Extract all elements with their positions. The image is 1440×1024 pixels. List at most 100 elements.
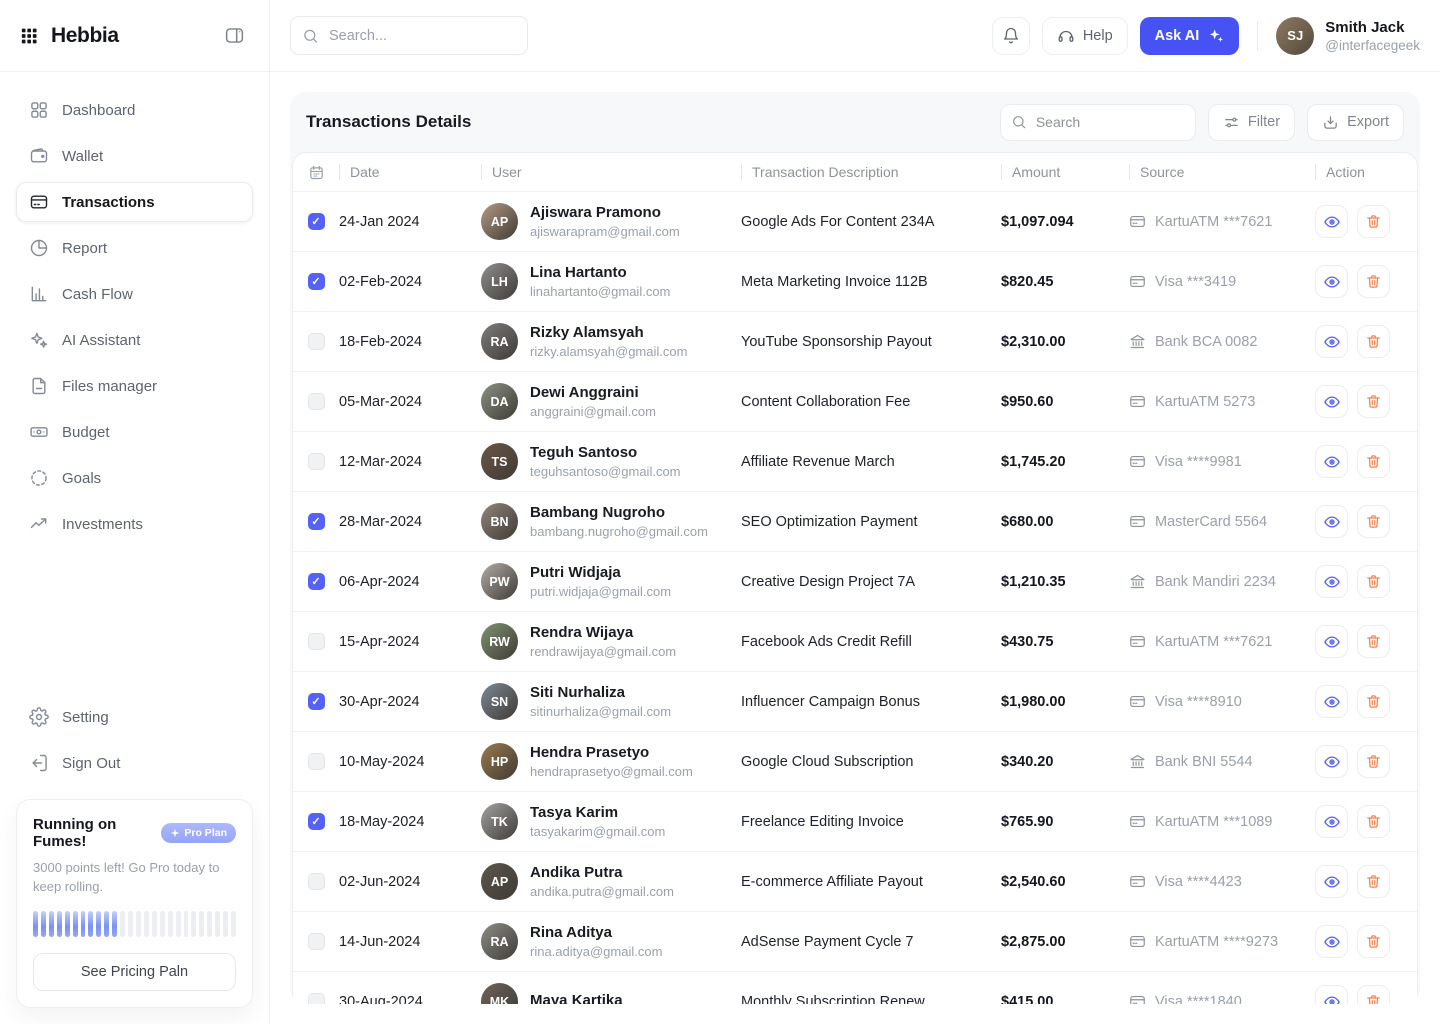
row-checkbox[interactable]: ✓ xyxy=(308,513,325,530)
view-button[interactable] xyxy=(1315,625,1348,658)
source-label: KartuATM ***1089 xyxy=(1155,814,1272,830)
user-profile[interactable]: SJ Smith Jack @interfacegeek xyxy=(1276,17,1420,55)
table-row: ✓ 18-May-2024 TK Tasya Karim tasyakarim@… xyxy=(293,791,1417,851)
transaction-date: 30-Aug-2024 xyxy=(339,994,481,1005)
delete-button[interactable] xyxy=(1357,865,1390,898)
sidebar-item-cash-flow[interactable]: Cash Flow xyxy=(16,274,253,314)
column-header-source[interactable]: Source xyxy=(1129,153,1315,191)
table-row: 15-Apr-2024 RW Rendra Wijaya rendrawijay… xyxy=(293,611,1417,671)
view-button[interactable] xyxy=(1315,805,1348,838)
delete-button[interactable] xyxy=(1357,745,1390,778)
view-button[interactable] xyxy=(1315,205,1348,238)
panel-title: Transactions Details xyxy=(306,112,471,132)
source-label: Visa ****8910 xyxy=(1155,694,1242,710)
user-name: Bambang Nugroho xyxy=(530,504,708,521)
transaction-date: 12-Mar-2024 xyxy=(339,454,481,470)
row-checkbox[interactable]: ✓ xyxy=(308,273,325,290)
delete-button[interactable] xyxy=(1357,805,1390,838)
view-button[interactable] xyxy=(1315,385,1348,418)
table-row: 14-Jun-2024 RA Rina Aditya rina.aditya@g… xyxy=(293,911,1417,971)
delete-button[interactable] xyxy=(1357,325,1390,358)
notifications-button[interactable] xyxy=(992,17,1030,55)
source-label: KartuATM ****9273 xyxy=(1155,934,1278,950)
transaction-description: Monthly Subscription Renew xyxy=(741,994,1001,1005)
column-header-amount[interactable]: Amount xyxy=(1001,153,1129,191)
table-row: 12-Mar-2024 TS Teguh Santoso teguhsantos… xyxy=(293,431,1417,491)
dashboard-icon xyxy=(29,100,49,120)
row-checkbox[interactable] xyxy=(308,453,325,470)
user-email: linahartanto@gmail.com xyxy=(530,284,670,299)
row-checkbox[interactable] xyxy=(308,393,325,410)
export-button[interactable]: Export xyxy=(1307,104,1404,141)
sidebar-item-ai-assistant[interactable]: AI Assistant xyxy=(16,320,253,360)
view-button[interactable] xyxy=(1315,325,1348,358)
delete-button[interactable] xyxy=(1357,385,1390,418)
source-label: Bank BCA 0082 xyxy=(1155,334,1257,350)
app-name: Hebbia xyxy=(51,24,119,48)
sidebar-item-sign-out[interactable]: Sign Out xyxy=(16,743,253,783)
delete-button[interactable] xyxy=(1357,205,1390,238)
sparkles-icon xyxy=(1208,28,1224,44)
delete-button[interactable] xyxy=(1357,565,1390,598)
avatar: BN xyxy=(481,503,518,540)
view-button[interactable] xyxy=(1315,685,1348,718)
column-header-description[interactable]: Transaction Description xyxy=(741,153,1001,191)
row-checkbox[interactable]: ✓ xyxy=(308,813,325,830)
view-button[interactable] xyxy=(1315,865,1348,898)
transaction-amount: $1,097.094 xyxy=(1001,214,1129,230)
row-checkbox[interactable] xyxy=(308,873,325,890)
view-button[interactable] xyxy=(1315,925,1348,958)
sidebar-item-budget[interactable]: Budget xyxy=(16,412,253,452)
delete-button[interactable] xyxy=(1357,505,1390,538)
row-checkbox[interactable]: ✓ xyxy=(308,213,325,230)
user-name: Smith Jack xyxy=(1325,19,1420,36)
column-header-user[interactable]: User xyxy=(481,153,741,191)
delete-button[interactable] xyxy=(1357,625,1390,658)
view-button[interactable] xyxy=(1315,265,1348,298)
column-header-date[interactable]: Date xyxy=(339,153,481,191)
row-checkbox[interactable] xyxy=(308,933,325,950)
topbar: Help Ask AI SJ Smith Jack @interfacegeek xyxy=(270,0,1440,72)
row-checkbox[interactable] xyxy=(308,333,325,350)
avatar: SN xyxy=(481,683,518,720)
view-button[interactable] xyxy=(1315,505,1348,538)
delete-button[interactable] xyxy=(1357,985,1390,1004)
row-checkbox[interactable] xyxy=(308,753,325,770)
bell-icon xyxy=(1002,27,1020,45)
help-button[interactable]: Help xyxy=(1042,17,1128,55)
sidebar-item-transactions[interactable]: Transactions xyxy=(16,182,253,222)
row-checkbox[interactable]: ✓ xyxy=(308,693,325,710)
source-label: KartuATM ***7621 xyxy=(1155,634,1272,650)
filter-button[interactable]: Filter xyxy=(1208,104,1295,141)
source-label: Visa ****4423 xyxy=(1155,874,1242,890)
row-checkbox[interactable] xyxy=(308,993,325,1004)
source-label: Bank Mandiri 2234 xyxy=(1155,574,1276,590)
delete-button[interactable] xyxy=(1357,445,1390,478)
user-email: rina.aditya@gmail.com xyxy=(530,944,662,959)
user-email: hendraprasetyo@gmail.com xyxy=(530,764,693,779)
sidebar-collapse-icon[interactable] xyxy=(219,21,249,51)
global-search-input[interactable] xyxy=(290,16,528,55)
sidebar-item-wallet[interactable]: Wallet xyxy=(16,136,253,176)
column-header-action[interactable]: Action xyxy=(1315,153,1417,191)
delete-button[interactable] xyxy=(1357,265,1390,298)
view-button[interactable] xyxy=(1315,565,1348,598)
delete-button[interactable] xyxy=(1357,685,1390,718)
sidebar-item-goals[interactable]: Goals xyxy=(16,458,253,498)
credit-card-icon xyxy=(1129,813,1146,830)
view-button[interactable] xyxy=(1315,745,1348,778)
sidebar-item-setting[interactable]: Setting xyxy=(16,697,253,737)
sidebar-item-files-manager[interactable]: Files manager xyxy=(16,366,253,406)
sidebar-item-investments[interactable]: Investments xyxy=(16,504,253,544)
row-checkbox[interactable] xyxy=(308,633,325,650)
row-checkbox[interactable]: ✓ xyxy=(308,573,325,590)
see-pricing-button[interactable]: See Pricing Paln xyxy=(33,953,236,991)
view-button[interactable] xyxy=(1315,985,1348,1004)
delete-button[interactable] xyxy=(1357,925,1390,958)
sidebar-item-dashboard[interactable]: Dashboard xyxy=(16,90,253,130)
table-search-input[interactable] xyxy=(1000,104,1196,141)
sidebar-item-report[interactable]: Report xyxy=(16,228,253,268)
ask-ai-button[interactable]: Ask AI xyxy=(1140,17,1240,55)
avatar: DA xyxy=(481,383,518,420)
view-button[interactable] xyxy=(1315,445,1348,478)
